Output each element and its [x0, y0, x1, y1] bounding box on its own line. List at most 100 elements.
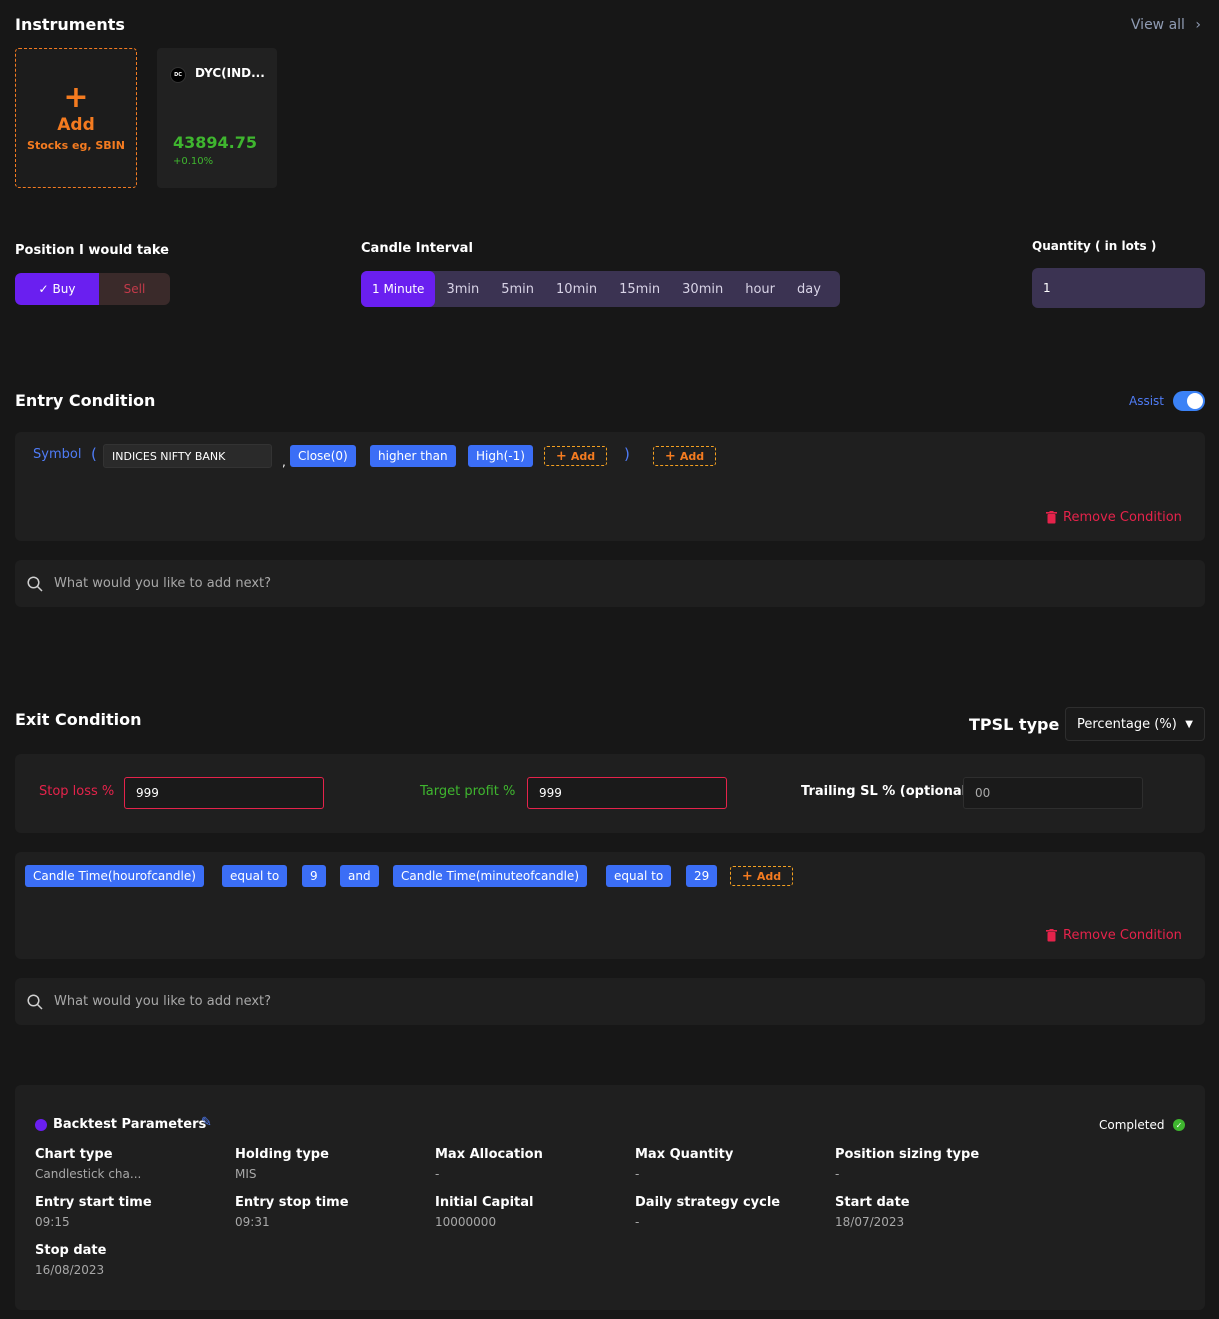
tpsl-type-value: Percentage (%) [1077, 716, 1177, 732]
quantity-input[interactable]: 1 [1032, 268, 1205, 308]
add-button[interactable]: + Add [653, 446, 716, 466]
plus-icon: + [63, 79, 89, 115]
interval-option[interactable]: 15min [608, 271, 671, 307]
param-value: 09:15 [35, 1215, 70, 1229]
candle-interval-selector: 1 Minute 3min 5min 10min 15min 30min hou… [361, 271, 840, 307]
sell-label: Sell [123, 282, 146, 296]
param-value: 10000000 [435, 1215, 497, 1229]
condition-chip[interactable]: equal to [222, 865, 288, 887]
instrument-logo-icon: DC [170, 67, 186, 83]
param-value: 18/07/2023 [835, 1215, 905, 1229]
assist-label: Assist [1129, 394, 1165, 408]
instrument-price: 43894.75 [173, 133, 258, 152]
add-label: Add [570, 449, 596, 463]
add-label: Add [756, 869, 782, 883]
buy-label: Buy [52, 282, 76, 296]
interval-option[interactable]: 30min [671, 271, 734, 307]
add-instrument-hint: Stocks eg, SBIN [27, 138, 125, 152]
remove-condition-button[interactable]: Remove Condition [1046, 928, 1182, 943]
param-key: Position sizing type [835, 1147, 980, 1162]
instrument-card[interactable]: DC DYC(IND... 43894.75 +0.10% [157, 48, 277, 188]
param-key: Stop date [35, 1243, 107, 1258]
param-key: Chart type [35, 1147, 113, 1162]
add-instrument-title: Add [57, 114, 95, 135]
target-profit-label: Target profit % [420, 784, 516, 799]
symbol-select[interactable]: INDICES NIFTY BANK [103, 444, 272, 468]
param-key: Daily strategy cycle [635, 1195, 781, 1210]
param-key: Entry stop time [235, 1195, 349, 1210]
condition-chip[interactable]: Candle Time(hourofcandle) [25, 865, 204, 887]
interval-option[interactable]: day [786, 271, 832, 307]
instrument-change: +0.10% [173, 156, 214, 167]
close-paren: ) [624, 445, 630, 463]
interval-option[interactable]: hour [734, 271, 786, 307]
backtest-icon [35, 1119, 47, 1131]
exit-search-input[interactable]: What would you like to add next? [15, 978, 1205, 1025]
sell-button[interactable]: Sell [99, 273, 170, 305]
interval-option[interactable]: 5min [490, 271, 545, 307]
plus-icon: + [741, 868, 753, 884]
tpsl-type-label: TPSL type [969, 715, 1060, 734]
comma-separator: , [282, 455, 286, 469]
param-value: MIS [235, 1167, 257, 1181]
position-toggle: ✓ Buy Sell [15, 273, 170, 305]
assist-toggle[interactable] [1173, 391, 1205, 411]
instrument-name: DYC(IND... [195, 66, 265, 80]
search-icon [27, 575, 43, 592]
condition-chip[interactable]: and [340, 865, 379, 887]
param-value: Candlestick cha... [35, 1167, 142, 1181]
interval-option[interactable]: 3min [435, 271, 490, 307]
candle-interval-label: Candle Interval [361, 241, 473, 256]
trailing-sl-input[interactable]: 00 [963, 777, 1143, 809]
plus-icon: + [664, 448, 676, 464]
check-circle-icon: ✓ [1173, 1119, 1185, 1131]
add-button[interactable]: + Add [544, 446, 607, 466]
chevron-right-icon: › [1195, 17, 1201, 33]
target-profit-input[interactable]: 999 [527, 777, 727, 809]
view-all-label: View all [1130, 17, 1185, 33]
param-value: 16/08/2023 [35, 1263, 105, 1277]
stop-loss-input[interactable]: 999 [124, 777, 324, 809]
param-value: - [835, 1167, 840, 1181]
entry-search-input[interactable]: What would you like to add next? [15, 560, 1205, 607]
param-value: - [635, 1167, 640, 1181]
search-icon [27, 993, 43, 1010]
remove-condition-label: Remove Condition [1063, 510, 1182, 525]
caret-down-icon: ▼ [1185, 718, 1193, 730]
interval-option[interactable]: 1 Minute [361, 271, 436, 307]
condition-chip[interactable]: equal to [606, 865, 672, 887]
condition-chip[interactable]: higher than [370, 445, 456, 467]
param-key: Start date [835, 1195, 910, 1210]
position-label: Position I would take [15, 243, 169, 258]
param-key: Holding type [235, 1147, 329, 1162]
condition-chip[interactable]: 9 [302, 865, 326, 887]
condition-chip[interactable]: High(-1) [468, 445, 533, 467]
search-placeholder: What would you like to add next? [54, 576, 272, 591]
buy-button[interactable]: ✓ Buy [15, 273, 99, 305]
trailing-sl-label: Trailing SL % (optional) [801, 784, 973, 799]
remove-condition-label: Remove Condition [1063, 928, 1182, 943]
param-value: - [435, 1167, 440, 1181]
param-value: - [635, 1215, 640, 1229]
add-instrument-card[interactable]: + Add Stocks eg, SBIN [15, 48, 137, 188]
interval-option[interactable]: 10min [545, 271, 608, 307]
view-all-link[interactable]: View all › [1131, 17, 1201, 33]
backtest-title: Backtest Parameters [53, 1117, 207, 1132]
instruments-title: Instruments [15, 15, 125, 34]
search-placeholder: What would you like to add next? [54, 994, 272, 1009]
param-key: Initial Capital [435, 1195, 534, 1210]
condition-chip[interactable]: Close(0) [290, 445, 356, 467]
backtest-status: Completed [1099, 1118, 1165, 1132]
quantity-label: Quantity ( in lots ) [1032, 239, 1157, 253]
trash-icon [1046, 511, 1057, 524]
symbol-label: Symbol [33, 447, 82, 462]
edit-pencil-icon[interactable]: ✎ [201, 1115, 212, 1130]
param-key: Max Quantity [635, 1147, 734, 1162]
remove-condition-button[interactable]: Remove Condition [1046, 510, 1182, 525]
condition-chip[interactable]: 29 [686, 865, 718, 887]
add-button[interactable]: + Add [730, 866, 793, 886]
condition-chip[interactable]: Candle Time(minuteofcandle) [393, 865, 587, 887]
entry-condition-title: Entry Condition [15, 391, 156, 410]
tpsl-type-select[interactable]: Percentage (%) ▼ [1065, 707, 1205, 741]
open-paren: ( [91, 445, 97, 463]
